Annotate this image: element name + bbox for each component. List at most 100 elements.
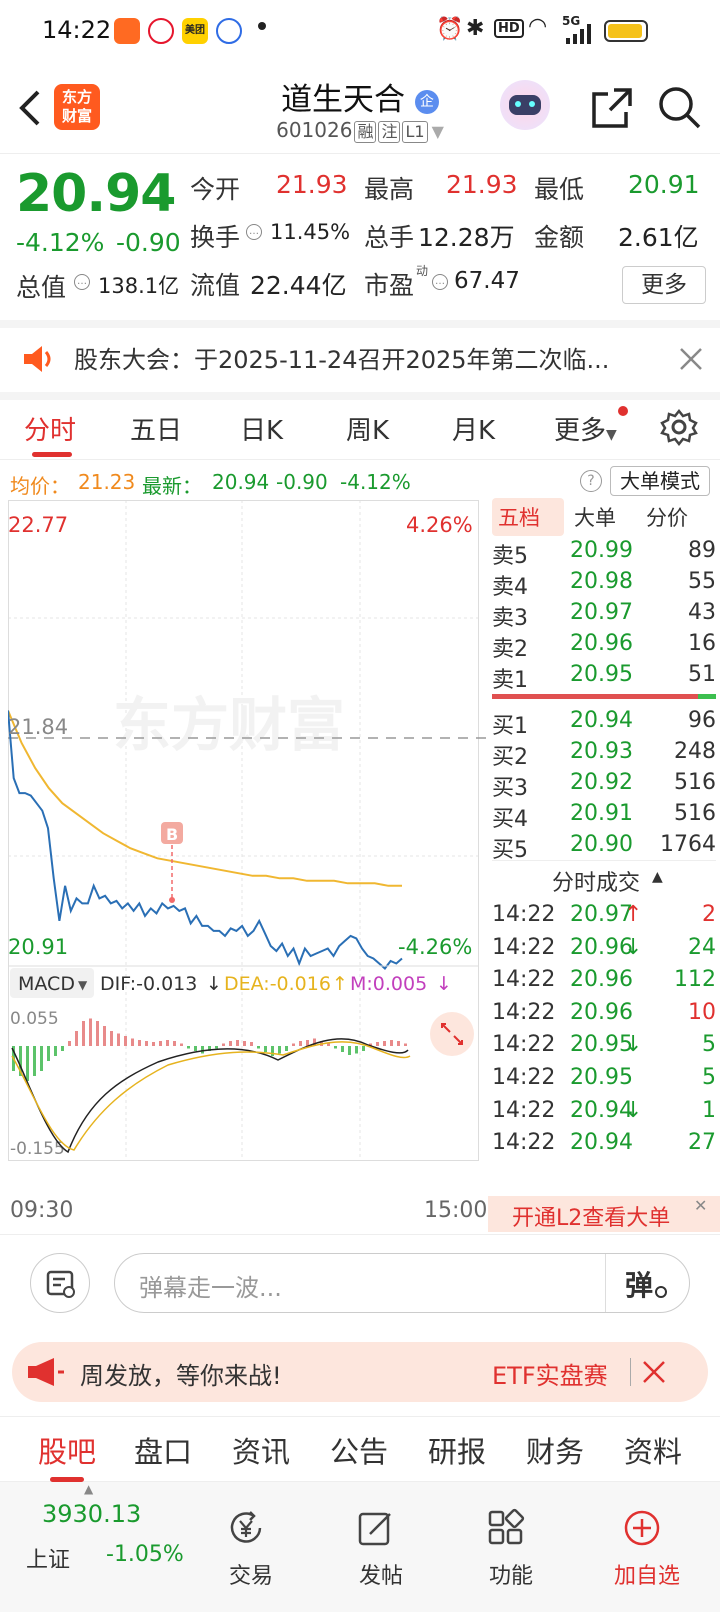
ask-level-row[interactable]: 卖2 20.96 16 xyxy=(492,629,716,662)
tab-monthly-k[interactable]: 月K xyxy=(452,410,495,447)
tick-volume: 5 xyxy=(702,1032,716,1058)
tab-price-dist[interactable]: 分价 xyxy=(646,502,688,532)
info-icon[interactable]: … xyxy=(432,274,448,290)
tab-five-level[interactable]: 五档 xyxy=(498,502,540,532)
level-label: 卖1 xyxy=(492,668,528,693)
level-label: 买2 xyxy=(492,745,528,770)
tick-row[interactable]: 14:22 20.95 ↓ 5 xyxy=(492,1030,716,1062)
level-price: 20.98 xyxy=(570,569,633,594)
search-icon[interactable] xyxy=(658,86,702,130)
low-label: 最低 xyxy=(534,175,585,204)
bid-level-row[interactable]: 买2 20.93 248 xyxy=(492,737,716,770)
help-icon[interactable]: ? xyxy=(580,470,602,492)
bid-level-row[interactable]: 买3 20.92 516 xyxy=(492,768,716,801)
tab-orderbook[interactable]: 盘口 xyxy=(134,1429,192,1471)
post-button[interactable]: 发帖 xyxy=(326,1482,436,1612)
bid-level-row[interactable]: 买4 20.91 516 xyxy=(492,799,716,832)
x-end-label: 15:00 xyxy=(424,1198,488,1223)
ask-level-row[interactable]: 卖1 20.95 51 xyxy=(492,660,716,693)
close-icon[interactable] xyxy=(678,346,704,372)
add-watchlist-label: 加自选 xyxy=(613,1564,680,1589)
tab-profile[interactable]: 资料 xyxy=(624,1429,682,1471)
y-bottom-label: 20.91 xyxy=(8,935,68,959)
trade-button[interactable]: 交易 xyxy=(196,1482,306,1612)
settings-gear-icon[interactable] xyxy=(660,408,698,446)
share-icon[interactable] xyxy=(590,86,634,130)
tick-time: 14:22 xyxy=(492,1130,556,1156)
danmu-settings-button[interactable] xyxy=(30,1253,90,1313)
chart-canvas[interactable]: 东方财富 B 22.77 4.26% 21.84 20.91 -4.26% MA… xyxy=(8,500,488,1190)
tick-row[interactable]: 14:22 20.96 10 xyxy=(492,998,716,1030)
add-watchlist-button[interactable]: 加自选 xyxy=(586,1482,706,1612)
big-order-mode-button[interactable]: 大单模式 xyxy=(610,466,710,496)
tick-row[interactable]: 14:22 20.97 ↑ 2 xyxy=(492,900,716,932)
macd-bar xyxy=(47,1046,50,1061)
tick-row[interactable]: 14:22 20.96 ↓ 24 xyxy=(492,933,716,965)
close-icon[interactable] xyxy=(642,1360,666,1384)
ask-level-row[interactable]: 卖4 20.98 55 xyxy=(492,567,716,600)
macd-bar xyxy=(348,1046,351,1055)
l2-promo-text[interactable]: 开通L2查看大单 xyxy=(512,1200,670,1232)
level-price: 20.91 xyxy=(570,801,633,826)
info-icon[interactable]: … xyxy=(246,224,262,240)
tab-finance[interactable]: 财务 xyxy=(526,1429,584,1471)
float-cap-value: 22.44亿 xyxy=(250,271,347,300)
tick-volume: 2 xyxy=(702,902,716,927)
close-icon[interactable]: ✕ xyxy=(694,1196,707,1215)
level-volume: 516 xyxy=(674,770,716,795)
tab-more[interactable]: 更多▼ xyxy=(554,410,617,447)
more-button[interactable]: 更多 xyxy=(622,266,706,304)
tab-research[interactable]: 研报 xyxy=(428,1429,486,1471)
tick-row[interactable]: 14:22 20.95 5 xyxy=(492,1063,716,1095)
expand-button[interactable] xyxy=(430,1012,474,1056)
tab-daily-k[interactable]: 日K xyxy=(240,410,283,447)
promo-text-left: 周发放，等你来战! xyxy=(80,1362,282,1390)
index-ticker[interactable]: ▲ 3930.13 上证 -1.05% xyxy=(0,1482,184,1612)
danmu-toggle-icon[interactable] xyxy=(655,1286,667,1298)
ask-level-row[interactable]: 卖3 20.97 43 xyxy=(492,598,716,631)
tick-volume: 112 xyxy=(674,967,716,993)
tick-row[interactable]: 14:22 20.96 112 xyxy=(492,965,716,997)
speaker-icon xyxy=(24,346,51,372)
info-icon[interactable]: … xyxy=(74,274,90,290)
macd-bar xyxy=(362,1046,365,1051)
macd-bar xyxy=(68,1041,71,1046)
macd-bar xyxy=(152,1042,155,1046)
tab-weekly-k[interactable]: 周K xyxy=(346,410,389,447)
market-cap-value: 138.1亿 xyxy=(98,274,180,298)
intraday-chart[interactable]: 东方财富 B 22.77 4.26% 21.84 20.91 -4.26% MA… xyxy=(8,500,488,1161)
ticks-title: 分时成交 xyxy=(552,871,641,896)
yen-exchange-icon xyxy=(230,1511,262,1543)
danmu-input[interactable]: 弹幕走一波... 弹 xyxy=(114,1253,690,1313)
macd-bar xyxy=(145,1041,148,1046)
amount-label: 金额 xyxy=(534,223,585,252)
functions-button[interactable]: 功能 xyxy=(456,1482,566,1612)
notice-bar[interactable]: 股东大会：于2025-11-24召开2025年第二次临... xyxy=(0,320,720,390)
level-label: 买1 xyxy=(492,714,528,739)
tick-row[interactable]: 14:22 20.94 ↓ 1 xyxy=(492,1096,716,1128)
ticks-header[interactable]: 分时成交 ▲ xyxy=(492,860,716,896)
tick-row[interactable]: 14:22 20.94 27 xyxy=(492,1128,716,1160)
send-danmu-button[interactable]: 弹 xyxy=(625,1264,653,1304)
tab-big-orders[interactable]: 大单 xyxy=(574,502,616,532)
tab-forum[interactable]: 股吧 xyxy=(38,1429,96,1471)
volume-value: 12.28万 xyxy=(418,223,515,252)
more-notifications-dot xyxy=(258,22,266,30)
caret-up-icon: ▲ xyxy=(84,1482,94,1496)
tab-announcements[interactable]: 公告 xyxy=(330,1429,388,1471)
index-name: 上证 xyxy=(26,1548,71,1573)
wifi-icon: ◠ xyxy=(528,14,548,39)
plus-circle-icon xyxy=(624,1510,660,1546)
tab-news[interactable]: 资讯 xyxy=(232,1429,290,1471)
promo-banner[interactable]: 周发放，等你来战! ETF实盘赛 xyxy=(12,1342,708,1402)
bid-level-row[interactable]: 买5 20.90 1764 xyxy=(492,830,716,863)
dropdown-icon[interactable]: ▼ xyxy=(432,122,444,141)
l2-promo-banner[interactable]: 开通L2查看大单 ✕ xyxy=(488,1196,720,1232)
robot-assistant-icon[interactable] xyxy=(500,80,550,130)
macd-dropdown-icon[interactable]: ▼ xyxy=(78,978,88,992)
bid-level-row[interactable]: 买1 20.94 96 xyxy=(492,706,716,739)
tab-intraday[interactable]: 分时 xyxy=(24,410,76,447)
notice-text[interactable]: 股东大会：于2025-11-24召开2025年第二次临... xyxy=(74,340,609,375)
ask-level-row[interactable]: 卖5 20.99 89 xyxy=(492,536,716,569)
tab-five-day[interactable]: 五日 xyxy=(130,410,182,447)
